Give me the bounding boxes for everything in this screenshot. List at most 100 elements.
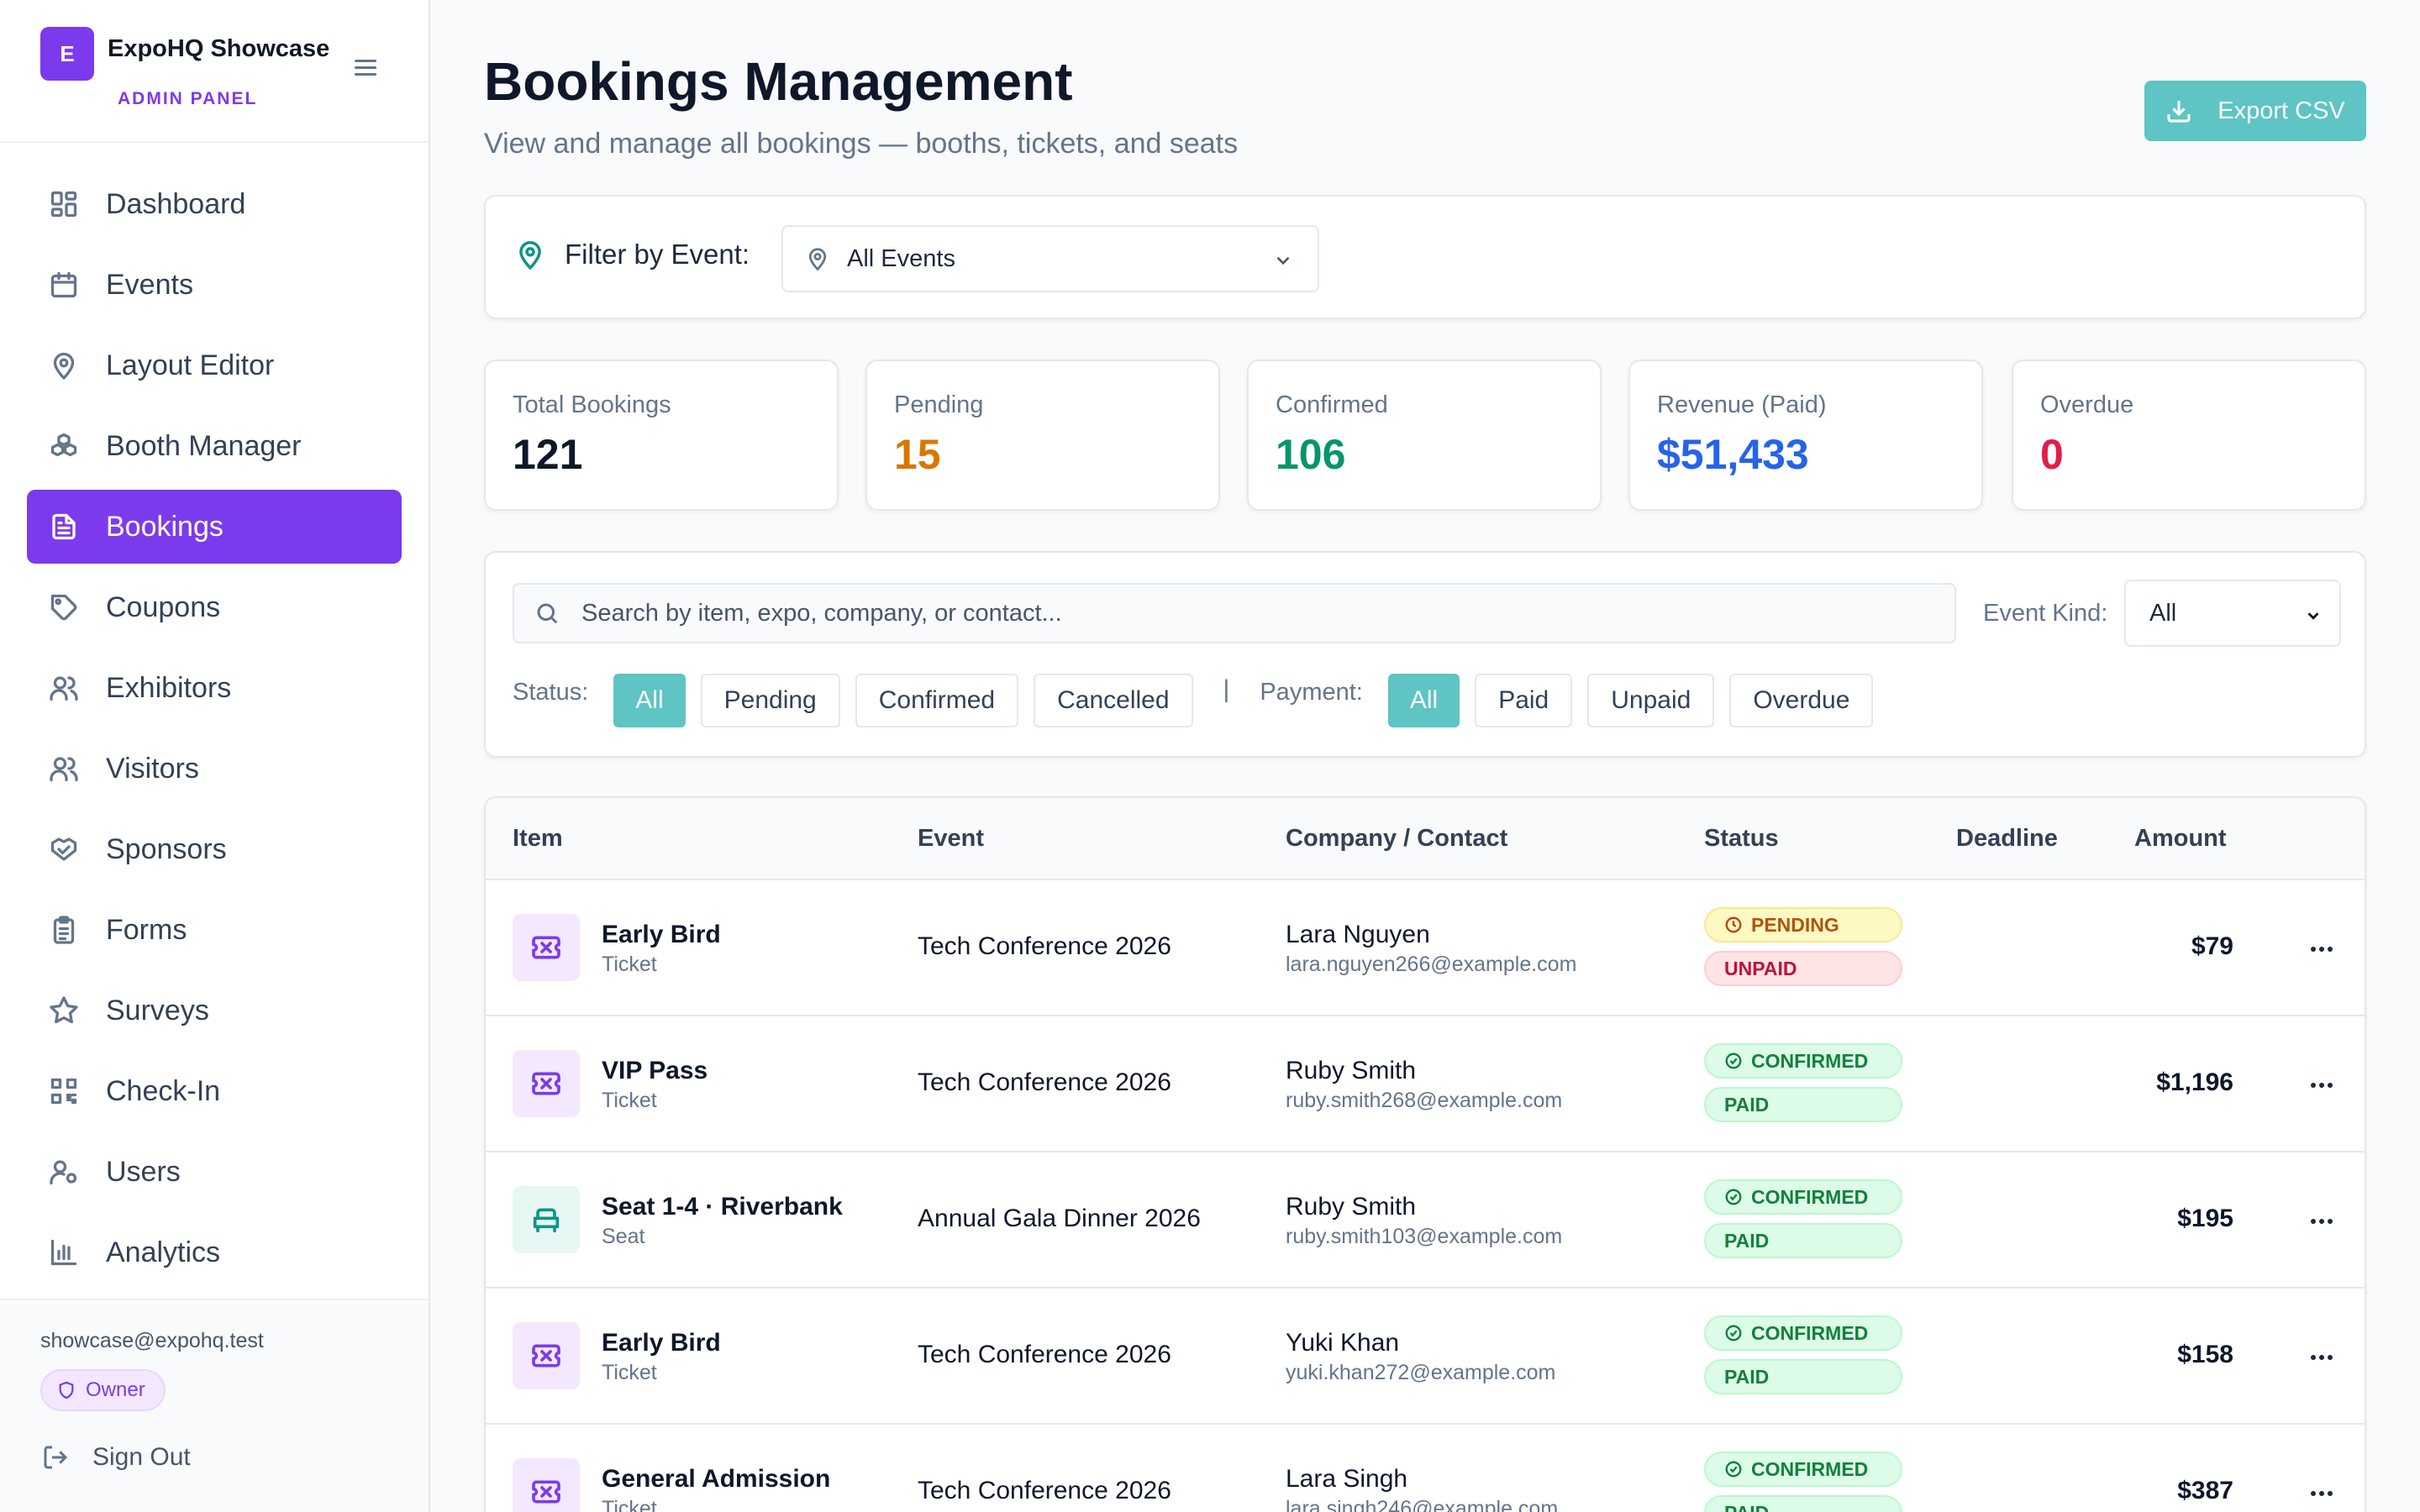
- check-circle-icon: [1725, 1189, 1742, 1205]
- event-select[interactable]: All Events: [781, 225, 1319, 292]
- event-name: Tech Conference 2026: [918, 932, 1171, 960]
- event-kind-select[interactable]: All: [2124, 580, 2341, 647]
- sign-out-button[interactable]: Sign Out: [42, 1443, 191, 1472]
- users-icon: [47, 671, 81, 705]
- table-row[interactable]: Seat 1-4 · Riverbank Seat Annual Gala Di…: [486, 1152, 2365, 1289]
- map-pin-icon: [519, 241, 541, 270]
- column-header-item[interactable]: Item: [513, 825, 563, 853]
- log-out-icon: [44, 1446, 68, 1469]
- sidebar-item-coupons[interactable]: Coupons: [27, 570, 402, 644]
- sidebar-item-label: Coupons: [106, 591, 221, 623]
- status-badge: PENDING: [1704, 907, 1902, 942]
- status-badge: CONFIRMED: [1704, 1315, 1902, 1351]
- search-icon: [537, 603, 558, 624]
- sidebar-item-users[interactable]: Users: [27, 1135, 402, 1209]
- ticket-icon: [513, 1050, 580, 1117]
- stat-label: Pending: [894, 391, 984, 418]
- column-header-status[interactable]: Status: [1704, 825, 1779, 853]
- sidebar-item-surveys[interactable]: Surveys: [27, 974, 402, 1047]
- armchair-icon: [513, 1186, 580, 1253]
- stat-card-total: Total Bookings 121: [484, 360, 839, 511]
- status-chip-confirmed[interactable]: Confirmed: [855, 674, 1019, 727]
- sidebar-item-layout-editor[interactable]: Layout Editor: [27, 328, 402, 402]
- sidebar-item-bookings[interactable]: Bookings: [27, 490, 402, 564]
- sidebar-item-label: Sponsors: [106, 832, 227, 865]
- table-row[interactable]: General Admission Ticket Tech Conference…: [486, 1425, 2365, 1512]
- users-icon: [47, 752, 81, 785]
- search-input[interactable]: Search by item, expo, company, or contac…: [513, 583, 1956, 643]
- stat-label: Revenue (Paid): [1657, 391, 1827, 418]
- page-subtitle: View and manage all bookings — booths, t…: [484, 128, 1239, 160]
- contact-name: Lara Nguyen: [1286, 921, 1430, 948]
- item-kind: Ticket: [602, 953, 657, 976]
- column-header-event[interactable]: Event: [918, 825, 984, 853]
- sidebar-item-label: Bookings: [106, 510, 224, 543]
- sidebar-item-analytics[interactable]: Analytics: [27, 1215, 402, 1289]
- payment-chip-unpaid[interactable]: Unpaid: [1587, 674, 1715, 727]
- more-actions-icon[interactable]: [2301, 1068, 2343, 1102]
- clock-icon: [1725, 916, 1742, 933]
- sidebar-item-check-in[interactable]: Check-In: [27, 1054, 402, 1128]
- bookings-table: Item Event Company / Contact Status Dead…: [484, 796, 2366, 1512]
- contact-name: Lara Singh: [1286, 1465, 1408, 1493]
- table-header: Item Event Company / Contact Status Dead…: [486, 798, 2365, 880]
- role-label: Owner: [86, 1378, 145, 1401]
- more-actions-icon[interactable]: [2301, 1341, 2343, 1374]
- status-chip-cancelled[interactable]: Cancelled: [1034, 674, 1193, 727]
- sidebar-item-label: Booth Manager: [106, 429, 302, 462]
- sidebar-item-events[interactable]: Events: [27, 248, 402, 322]
- amount: $387: [2177, 1477, 2233, 1504]
- sidebar-item-forms[interactable]: Forms: [27, 893, 402, 967]
- table-row[interactable]: Early Bird Ticket Tech Conference 2026 Y…: [486, 1289, 2365, 1425]
- table-row[interactable]: VIP Pass Ticket Tech Conference 2026 Rub…: [486, 1016, 2365, 1152]
- sidebar-item-label: Analytics: [106, 1236, 221, 1268]
- brand-name: ExpoHQ Showcase: [108, 35, 330, 62]
- more-actions-icon[interactable]: [2301, 932, 2343, 966]
- sidebar-item-sponsors[interactable]: Sponsors: [27, 812, 402, 886]
- contact-name: Ruby Smith: [1286, 1193, 1417, 1221]
- star-icon: [47, 994, 81, 1027]
- sidebar-item-exhibitors[interactable]: Exhibitors: [27, 651, 402, 725]
- column-header-amount[interactable]: Amount: [2134, 825, 2227, 853]
- sidebar-item-visitors[interactable]: Visitors: [27, 732, 402, 806]
- qr-code-icon: [47, 1074, 81, 1108]
- amount: $195: [2177, 1205, 2233, 1232]
- sidebar-item-dashboard[interactable]: Dashboard: [27, 167, 402, 241]
- status-badge: CONFIRMED: [1704, 1452, 1902, 1487]
- stat-card-pending: Pending 15: [865, 360, 1220, 511]
- more-actions-icon[interactable]: [2301, 1477, 2343, 1510]
- item-kind: Ticket: [602, 1361, 657, 1384]
- more-actions-icon[interactable]: [2301, 1205, 2343, 1238]
- contact-name: Yuki Khan: [1286, 1329, 1400, 1357]
- divider: [0, 141, 429, 143]
- column-header-deadline[interactable]: Deadline: [1956, 825, 2058, 853]
- search-placeholder: Search by item, expo, company, or contac…: [581, 599, 1062, 627]
- brand[interactable]: E ExpoHQ Showcase ADMIN PANEL: [40, 27, 393, 119]
- check-circle-icon: [1725, 1325, 1742, 1341]
- shield-icon: [59, 1381, 74, 1399]
- payment-chip-all[interactable]: All: [1387, 674, 1460, 727]
- table-row[interactable]: Early Bird Ticket Tech Conference 2026 L…: [486, 880, 2365, 1016]
- payment-chip-paid[interactable]: Paid: [1475, 674, 1573, 727]
- menu-toggle-icon[interactable]: [355, 55, 388, 84]
- sidebar-item-label: Users: [106, 1155, 181, 1188]
- status-chip-pending[interactable]: Pending: [700, 674, 840, 727]
- status-chip-all[interactable]: All: [613, 674, 686, 727]
- column-header-contact[interactable]: Company / Contact: [1286, 825, 1507, 853]
- amount: $1,196: [2156, 1068, 2233, 1096]
- search-filters-card: Search by item, expo, company, or contac…: [484, 551, 2366, 758]
- export-csv-button[interactable]: Export CSV: [2144, 81, 2366, 141]
- payment-chip-overdue[interactable]: Overdue: [1729, 674, 1874, 727]
- sidebar-item-booth-manager[interactable]: Booth Manager: [27, 409, 402, 483]
- ticket-icon: [513, 914, 580, 981]
- sidebar-item-label: Layout Editor: [106, 349, 275, 381]
- bar-chart-icon: [47, 1236, 81, 1269]
- handshake-icon: [47, 832, 81, 866]
- status-text: CONFIRMED: [1751, 1457, 1869, 1480]
- role-badge: Owner: [40, 1369, 166, 1411]
- item-name: Early Bird: [602, 1329, 721, 1357]
- status-badge: CONFIRMED: [1704, 1179, 1902, 1215]
- stat-value: 15: [894, 431, 941, 478]
- payment-filter-label: Payment:: [1260, 679, 1363, 706]
- download-icon: [2167, 101, 2191, 123]
